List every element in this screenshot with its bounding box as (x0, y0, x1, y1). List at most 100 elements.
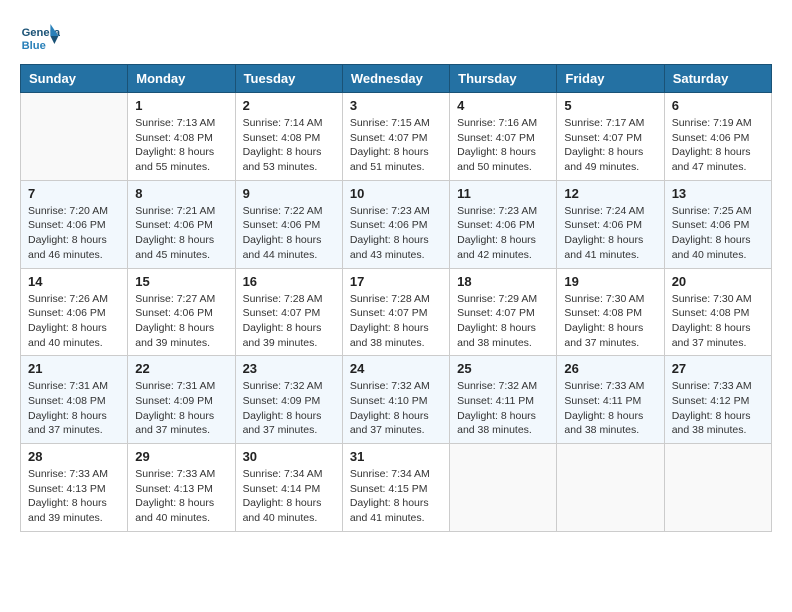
calendar-week-row: 7Sunrise: 7:20 AM Sunset: 4:06 PM Daylig… (21, 180, 772, 268)
day-number: 15 (135, 274, 227, 289)
calendar-cell: 26 Sunrise: 7:33 AM Sunset: 4:11 PM Dayli… (557, 356, 664, 444)
calendar-cell (450, 444, 557, 532)
day-info: Sunrise: 7:23 AM Sunset: 4:06 PM Dayligh… (350, 204, 442, 263)
calendar-cell: 3Sunrise: 7:15 AM Sunset: 4:07 PM Daylig… (342, 93, 449, 181)
day-number: 14 (28, 274, 120, 289)
weekday-header-thursday: Thursday (450, 65, 557, 93)
day-number: 25 (457, 361, 549, 376)
day-info: Sunrise: 7:34 AM Sunset: 4:15 PM Dayligh… (350, 467, 442, 526)
day-number: 26 (564, 361, 656, 376)
calendar-week-row: 14 Sunrise: 7:26 AM Sunset: 4:06 PM Dayli… (21, 268, 772, 356)
day-number: 2 (243, 98, 335, 113)
calendar-cell: 19 Sunrise: 7:30 AM Sunset: 4:08 PM Dayli… (557, 268, 664, 356)
calendar-cell: 27Sunrise: 7:33 AM Sunset: 4:12 PM Dayli… (664, 356, 771, 444)
day-number: 16 (243, 274, 335, 289)
day-info: Sunrise: 7:33 AM Sunset: 4:12 PM Dayligh… (672, 379, 764, 438)
weekday-header-saturday: Saturday (664, 65, 771, 93)
calendar-cell: 10 Sunrise: 7:23 AM Sunset: 4:06 PM Dayli… (342, 180, 449, 268)
calendar-cell: 30 Sunrise: 7:34 AM Sunset: 4:14 PM Dayli… (235, 444, 342, 532)
calendar-cell: 28 Sunrise: 7:33 AM Sunset: 4:13 PM Dayli… (21, 444, 128, 532)
day-number: 20 (672, 274, 764, 289)
day-number: 23 (243, 361, 335, 376)
day-info: Sunrise: 7:32 AM Sunset: 4:11 PM Dayligh… (457, 379, 549, 438)
calendar-cell: 9 Sunrise: 7:22 AM Sunset: 4:06 PM Daylig… (235, 180, 342, 268)
calendar: SundayMondayTuesdayWednesdayThursdayFrid… (20, 64, 772, 532)
logo: General Blue (20, 20, 64, 56)
day-number: 10 (350, 186, 442, 201)
day-info: Sunrise: 7:25 AM Sunset: 4:06 PM Dayligh… (672, 204, 764, 263)
calendar-cell: 18 Sunrise: 7:29 AM Sunset: 4:07 PM Dayli… (450, 268, 557, 356)
day-info: Sunrise: 7:28 AM Sunset: 4:07 PM Dayligh… (243, 292, 335, 351)
day-info: Sunrise: 7:19 AM Sunset: 4:06 PM Dayligh… (672, 116, 764, 175)
day-info: Sunrise: 7:30 AM Sunset: 4:08 PM Dayligh… (672, 292, 764, 351)
calendar-cell: 17 Sunrise: 7:28 AM Sunset: 4:07 PM Dayli… (342, 268, 449, 356)
weekday-header-monday: Monday (128, 65, 235, 93)
day-number: 5 (564, 98, 656, 113)
day-info: Sunrise: 7:33 AM Sunset: 4:11 PM Dayligh… (564, 379, 656, 438)
calendar-cell: 21Sunrise: 7:31 AM Sunset: 4:08 PM Dayli… (21, 356, 128, 444)
calendar-cell: 5 Sunrise: 7:17 AM Sunset: 4:07 PM Daylig… (557, 93, 664, 181)
day-number: 1 (135, 98, 227, 113)
weekday-header-friday: Friday (557, 65, 664, 93)
day-number: 21 (28, 361, 120, 376)
day-info: Sunrise: 7:33 AM Sunset: 4:13 PM Dayligh… (28, 467, 120, 526)
day-number: 30 (243, 449, 335, 464)
calendar-cell: 20 Sunrise: 7:30 AM Sunset: 4:08 PM Dayli… (664, 268, 771, 356)
day-info: Sunrise: 7:20 AM Sunset: 4:06 PM Dayligh… (28, 204, 120, 263)
day-info: Sunrise: 7:33 AM Sunset: 4:13 PM Dayligh… (135, 467, 227, 526)
calendar-cell: 6Sunrise: 7:19 AM Sunset: 4:06 PM Daylig… (664, 93, 771, 181)
calendar-cell: 15 Sunrise: 7:27 AM Sunset: 4:06 PM Dayli… (128, 268, 235, 356)
calendar-cell: 11 Sunrise: 7:23 AM Sunset: 4:06 PM Dayli… (450, 180, 557, 268)
day-number: 9 (243, 186, 335, 201)
calendar-cell: 16 Sunrise: 7:28 AM Sunset: 4:07 PM Dayli… (235, 268, 342, 356)
day-number: 28 (28, 449, 120, 464)
calendar-cell: 7Sunrise: 7:20 AM Sunset: 4:06 PM Daylig… (21, 180, 128, 268)
calendar-cell: 31 Sunrise: 7:34 AM Sunset: 4:15 PM Dayli… (342, 444, 449, 532)
calendar-cell: 14 Sunrise: 7:26 AM Sunset: 4:06 PM Dayli… (21, 268, 128, 356)
weekday-header-wednesday: Wednesday (342, 65, 449, 93)
day-info: Sunrise: 7:14 AM Sunset: 4:08 PM Dayligh… (243, 116, 335, 175)
svg-text:Blue: Blue (22, 40, 46, 52)
calendar-cell: 12 Sunrise: 7:24 AM Sunset: 4:06 PM Dayli… (557, 180, 664, 268)
day-info: Sunrise: 7:34 AM Sunset: 4:14 PM Dayligh… (243, 467, 335, 526)
day-info: Sunrise: 7:30 AM Sunset: 4:08 PM Dayligh… (564, 292, 656, 351)
day-info: Sunrise: 7:22 AM Sunset: 4:06 PM Dayligh… (243, 204, 335, 263)
day-number: 22 (135, 361, 227, 376)
calendar-cell: 2 Sunrise: 7:14 AM Sunset: 4:08 PM Daylig… (235, 93, 342, 181)
day-number: 11 (457, 186, 549, 201)
day-info: Sunrise: 7:23 AM Sunset: 4:06 PM Dayligh… (457, 204, 549, 263)
day-info: Sunrise: 7:31 AM Sunset: 4:09 PM Dayligh… (135, 379, 227, 438)
day-number: 31 (350, 449, 442, 464)
weekday-header-row: SundayMondayTuesdayWednesdayThursdayFrid… (21, 65, 772, 93)
page-container: General Blue SundayMondayTuesdayWednesda… (20, 20, 772, 532)
header: General Blue (20, 20, 772, 56)
day-info: Sunrise: 7:21 AM Sunset: 4:06 PM Dayligh… (135, 204, 227, 263)
day-info: Sunrise: 7:17 AM Sunset: 4:07 PM Dayligh… (564, 116, 656, 175)
day-number: 8 (135, 186, 227, 201)
day-info: Sunrise: 7:27 AM Sunset: 4:06 PM Dayligh… (135, 292, 227, 351)
day-number: 13 (672, 186, 764, 201)
calendar-cell: 1Sunrise: 7:13 AM Sunset: 4:08 PM Daylig… (128, 93, 235, 181)
day-info: Sunrise: 7:24 AM Sunset: 4:06 PM Dayligh… (564, 204, 656, 263)
calendar-week-row: 28 Sunrise: 7:33 AM Sunset: 4:13 PM Dayli… (21, 444, 772, 532)
calendar-cell: 29 Sunrise: 7:33 AM Sunset: 4:13 PM Dayli… (128, 444, 235, 532)
day-number: 17 (350, 274, 442, 289)
calendar-cell: 22 Sunrise: 7:31 AM Sunset: 4:09 PM Dayli… (128, 356, 235, 444)
weekday-header-sunday: Sunday (21, 65, 128, 93)
day-number: 29 (135, 449, 227, 464)
day-number: 4 (457, 98, 549, 113)
calendar-cell: 25 Sunrise: 7:32 AM Sunset: 4:11 PM Dayli… (450, 356, 557, 444)
day-info: Sunrise: 7:26 AM Sunset: 4:06 PM Dayligh… (28, 292, 120, 351)
calendar-cell (21, 93, 128, 181)
day-info: Sunrise: 7:29 AM Sunset: 4:07 PM Dayligh… (457, 292, 549, 351)
day-number: 12 (564, 186, 656, 201)
day-number: 18 (457, 274, 549, 289)
day-number: 24 (350, 361, 442, 376)
calendar-cell (557, 444, 664, 532)
day-info: Sunrise: 7:28 AM Sunset: 4:07 PM Dayligh… (350, 292, 442, 351)
day-number: 19 (564, 274, 656, 289)
day-number: 3 (350, 98, 442, 113)
calendar-cell: 23Sunrise: 7:32 AM Sunset: 4:09 PM Dayli… (235, 356, 342, 444)
calendar-cell: 24Sunrise: 7:32 AM Sunset: 4:10 PM Dayli… (342, 356, 449, 444)
calendar-cell: 13 Sunrise: 7:25 AM Sunset: 4:06 PM Dayli… (664, 180, 771, 268)
